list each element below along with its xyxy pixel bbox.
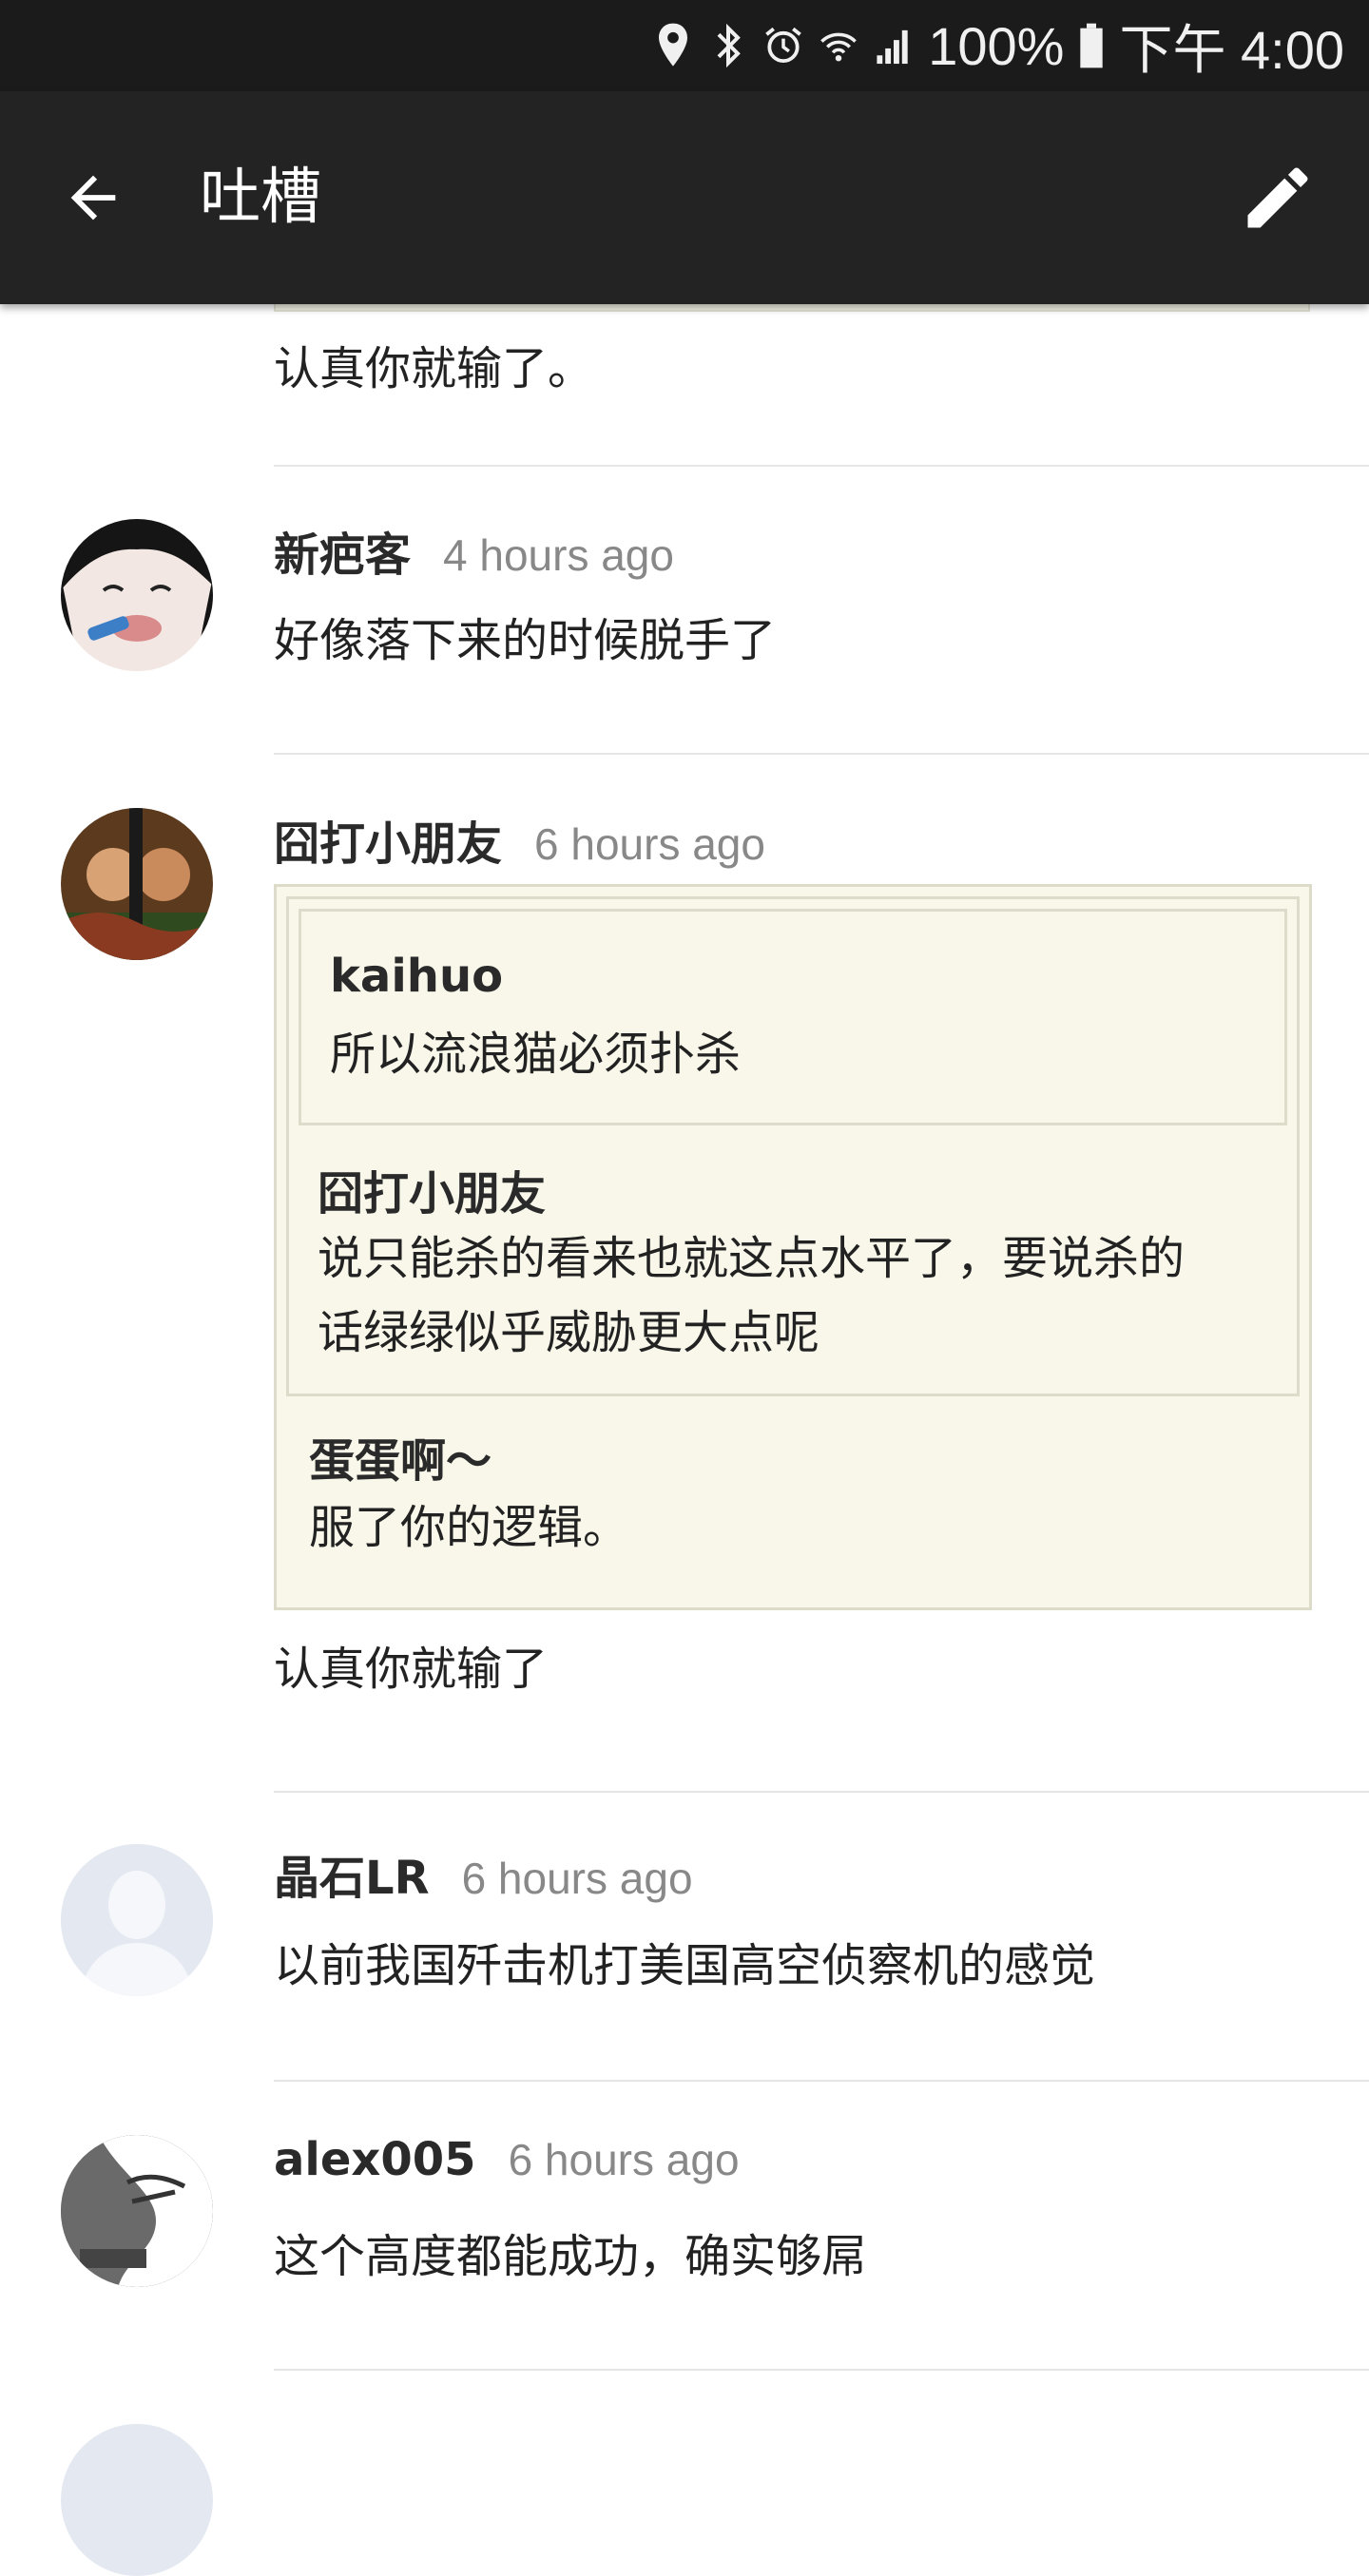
comment-text: 认真你就输了。	[274, 342, 594, 395]
bluetooth-icon	[707, 19, 749, 72]
comment-list[interactable]: 认真你就输了。 新疤客 4 hours ago 好像落下来的时候脱手了 囧打小朋…	[0, 304, 1369, 2576]
comment-time: 6 hours ago	[534, 819, 765, 869]
comment-item[interactable]: 新疤客 4 hours ago 好像落下来的时候脱手了	[0, 466, 1369, 753]
location-icon	[652, 19, 694, 72]
quote-block-innermost: kaihuo 所以流浪猫必须扑杀	[299, 909, 1287, 1125]
quote-block-partial	[274, 304, 1310, 312]
comment-time: 6 hours ago	[508, 2135, 740, 2184]
comment-author[interactable]: 囧打小朋友	[274, 806, 502, 873]
comment-text: 以前我国歼击机打美国高空侦察机的感觉	[274, 1939, 1096, 1992]
alarm-icon	[762, 19, 804, 72]
signal-icon	[873, 19, 915, 72]
status-bar: 100% 下午 4:00	[0, 0, 1369, 91]
arrow-back-icon	[70, 175, 116, 221]
avatar[interactable]	[61, 2135, 213, 2287]
comment-text: 这个高度都能成功，确实够屌	[274, 2230, 868, 2283]
comment-author[interactable]: 新疤客	[274, 517, 411, 584]
comment-item[interactable]: 晶石LR 6 hours ago 以前我国歼击机打美国高空侦察机的感觉	[0, 1793, 1369, 2080]
comment-text: 认真你就输了	[274, 1643, 549, 1696]
avatar[interactable]	[61, 519, 213, 671]
avatar[interactable]	[61, 2424, 213, 2576]
avatar[interactable]	[61, 808, 213, 960]
avatar[interactable]	[61, 1844, 213, 1996]
comment-author[interactable]: 晶石LR	[274, 1840, 430, 1907]
quote-author: 囧打小朋友	[318, 1167, 547, 1221]
comment-author[interactable]: alex005	[274, 2133, 476, 2186]
quote-text: 服了你的逻辑。	[309, 1501, 629, 1554]
clock: 下午 4:00	[1119, 19, 1344, 80]
quote-author: 蛋蛋啊～	[309, 1434, 492, 1488]
comment-item[interactable]: alex005 6 hours ago 这个高度都能成功，确实够屌	[0, 2082, 1369, 2369]
wifi-icon	[818, 19, 859, 72]
quote-author: kaihuo	[330, 950, 504, 1003]
back-button[interactable]	[53, 158, 133, 238]
comment-item[interactable]: 囧打小朋友 6 hours ago kaihuo 所以流浪猫必须扑杀 囧打小朋友…	[0, 755, 1369, 1791]
divider	[274, 2369, 1369, 2371]
compose-button[interactable]	[1234, 154, 1321, 241]
app-bar: 吐槽	[0, 91, 1369, 304]
quote-block-nested: kaihuo 所以流浪猫必须扑杀 囧打小朋友 说只能杀的看来也就这点水平了，要说…	[286, 896, 1300, 1396]
comment-time: 4 hours ago	[443, 530, 674, 580]
pencil-icon	[1247, 167, 1308, 228]
battery-icon	[1077, 19, 1106, 72]
quote-block: kaihuo 所以流浪猫必须扑杀 囧打小朋友 说只能杀的看来也就这点水平了，要说…	[274, 884, 1312, 1610]
battery-percent: 100%	[928, 15, 1065, 76]
comment-time: 6 hours ago	[461, 1854, 693, 1903]
quote-text-line: 说只能杀的看来也就这点水平了，要说杀的	[318, 1232, 1186, 1285]
page-title: 吐槽	[200, 163, 321, 233]
comment-text: 好像落下来的时候脱手了	[274, 614, 777, 667]
quote-text: 所以流浪猫必须扑杀	[330, 1028, 742, 1081]
quote-text-line: 话绿绿似乎威胁更大点呢	[318, 1306, 820, 1359]
